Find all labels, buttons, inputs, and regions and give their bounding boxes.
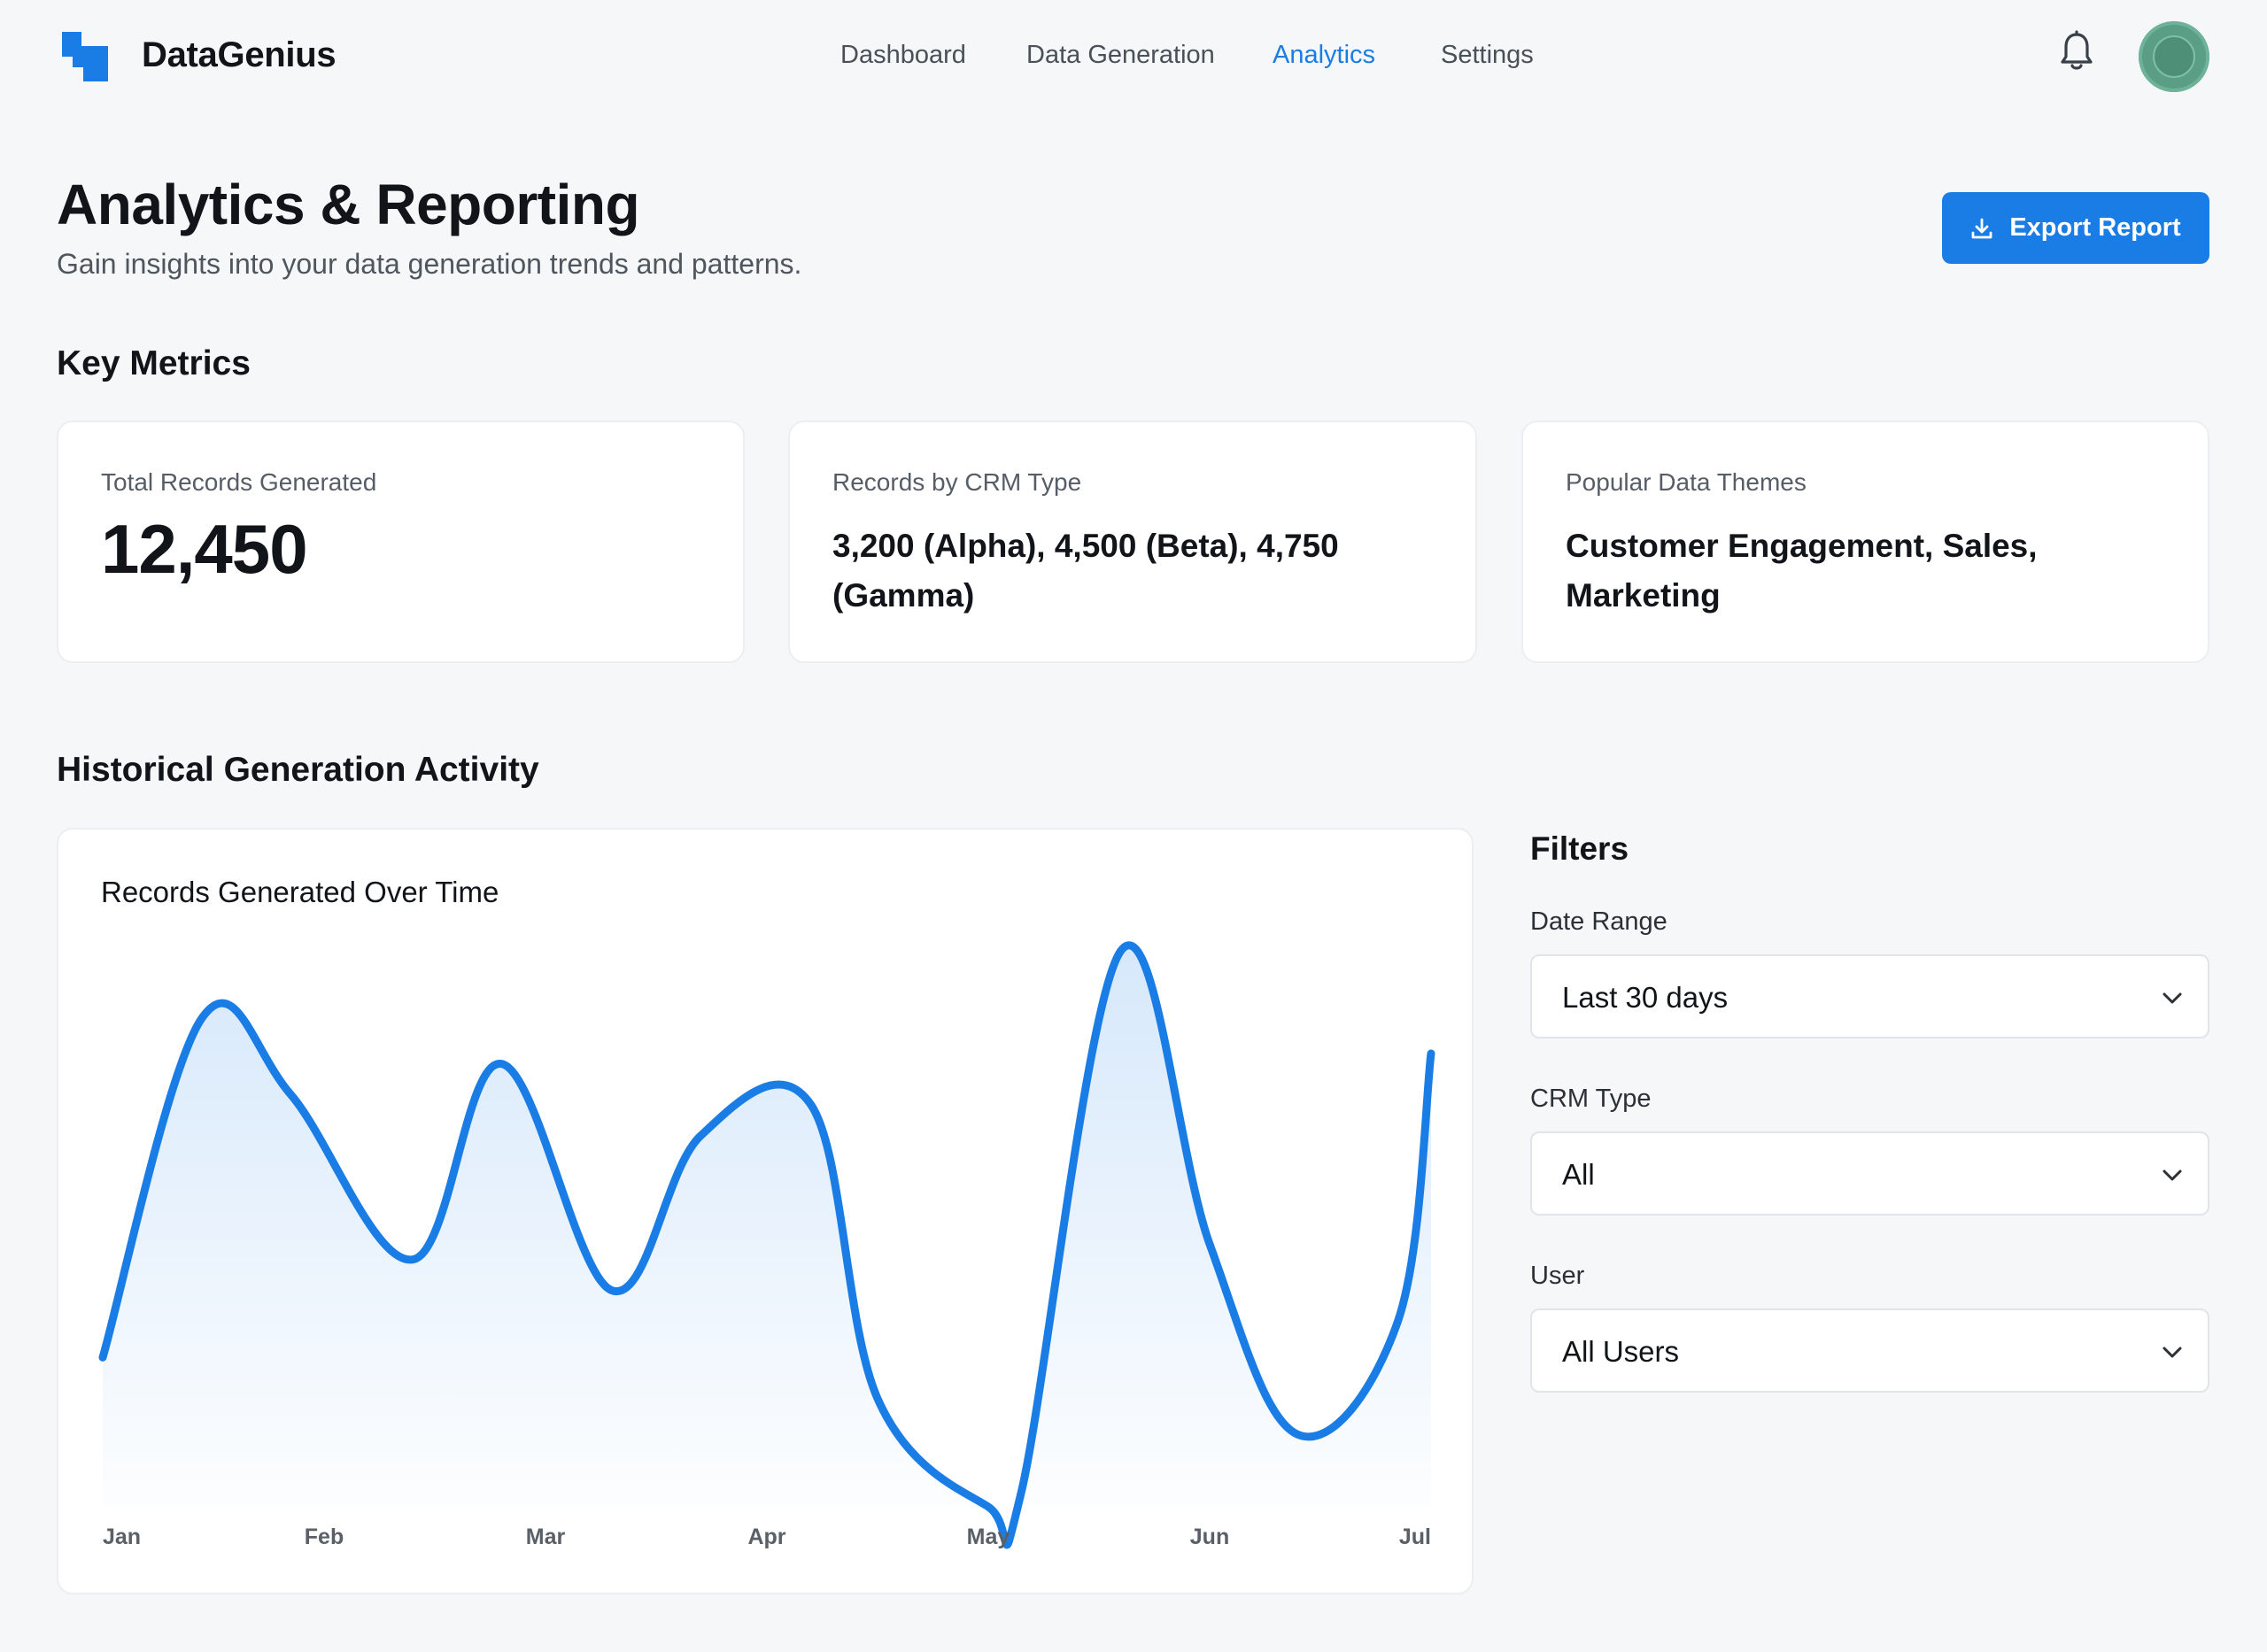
metric-value: Customer Engagement, Sales, Marketing (1566, 528, 2038, 614)
metric-card-total-records: Total Records Generated 12,450 (57, 421, 745, 663)
bell-icon[interactable] (2058, 30, 2095, 73)
main-nav: Dashboard Data Generation Analytics Sett… (0, 41, 2267, 76)
user-label: User (1530, 1262, 1585, 1290)
metric-label: Records by CRM Type (832, 468, 1082, 496)
records-area-chart: Jan Feb Mar Apr May Jun Jul (98, 941, 1435, 1549)
history-heading: Historical Generation Activity (57, 751, 539, 789)
crm-type-select[interactable]: All (1530, 1131, 2209, 1216)
crm-type-value: All (1562, 1158, 1595, 1191)
nav-analytics[interactable]: Analytics (1273, 41, 1375, 70)
chevron-down-icon (2163, 1347, 2182, 1358)
chevron-down-icon (2163, 1170, 2182, 1181)
avatar[interactable] (2139, 21, 2209, 92)
nav-dashboard[interactable]: Dashboard (840, 41, 966, 70)
metric-card-themes: Popular Data Themes Customer Engagement,… (1521, 421, 2209, 663)
avatar-image (2153, 35, 2195, 78)
chart-area-fill (103, 945, 1431, 1546)
key-metrics-heading: Key Metrics (57, 344, 251, 382)
x-tick-label: Jul (1399, 1525, 1431, 1549)
metric-value: 12,450 (101, 510, 308, 588)
date-range-value: Last 30 days (1562, 981, 1729, 1014)
metric-label: Total Records Generated (101, 468, 377, 496)
x-tick-label: Apr (747, 1525, 785, 1549)
filters-title: Filters (1530, 830, 1629, 867)
metric-value: 3,200 (Alpha), 4,500 (Beta), 4,750 (Gamm… (832, 528, 1339, 614)
user-value: All Users (1562, 1335, 1680, 1368)
page-title: Analytics & Reporting (57, 173, 640, 236)
top-header: DataGenius Dashboard Data Generation Ana… (0, 0, 2267, 115)
date-range-label: Date Range (1530, 907, 1667, 936)
metric-label: Popular Data Themes (1566, 468, 1807, 496)
user-select[interactable]: All Users (1530, 1308, 2209, 1393)
chevron-down-icon (2163, 992, 2182, 1004)
x-tick-label: May (967, 1525, 1010, 1549)
download-icon (1971, 218, 1992, 238)
nav-data-generation[interactable]: Data Generation (1026, 41, 1215, 70)
x-tick-label: Mar (526, 1525, 566, 1549)
export-report-button[interactable]: Export Report (1942, 192, 2209, 264)
x-tick-label: Jan (103, 1525, 141, 1549)
crm-type-label: CRM Type (1530, 1085, 1652, 1113)
metric-card-crm-type: Records by CRM Type 3,200 (Alpha), 4,500… (788, 421, 1477, 663)
x-tick-label: Feb (305, 1525, 344, 1549)
date-range-select[interactable]: Last 30 days (1530, 954, 2209, 1038)
export-report-label: Export Report (2009, 213, 2181, 242)
chart-card: Records Generated Over Time Jan Feb Mar Apr… (57, 828, 1474, 1594)
nav-settings[interactable]: Settings (1441, 41, 1534, 70)
x-tick-label: Jun (1190, 1525, 1229, 1549)
page-subtitle: Gain insights into your data generation … (57, 248, 802, 280)
